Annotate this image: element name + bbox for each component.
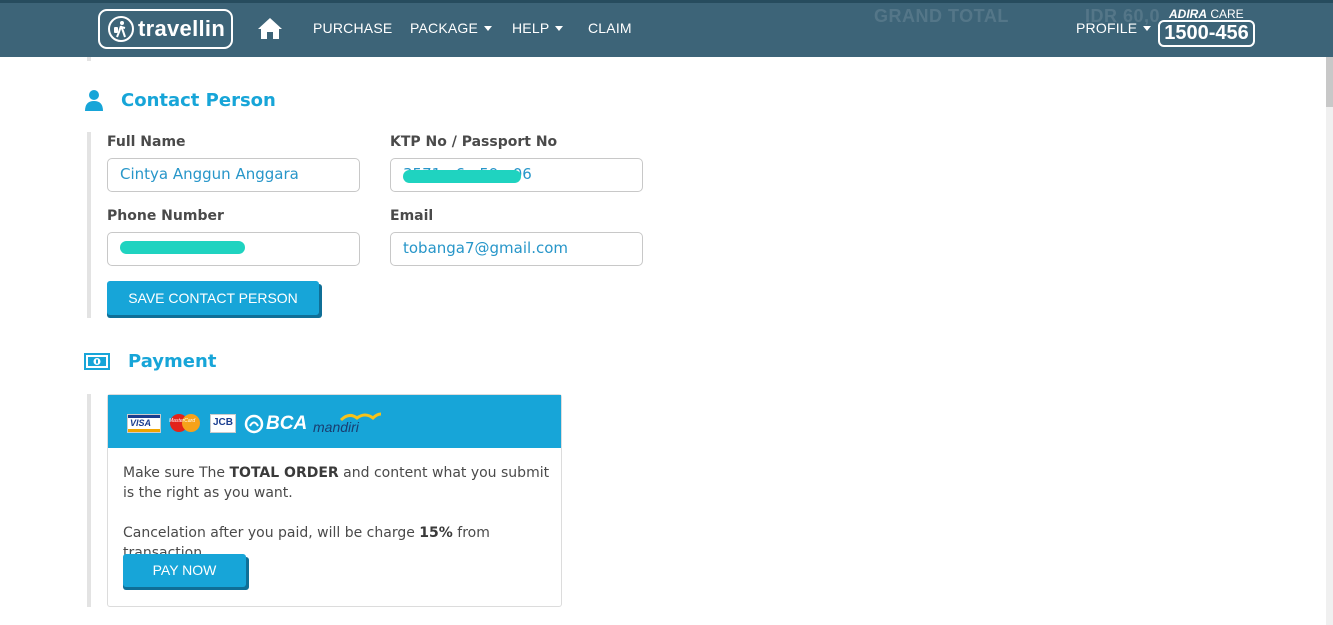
payment-panel: VISA MasterCard JCB BCA mandiri Make sur… [107, 394, 562, 607]
redaction-scribble [120, 241, 245, 254]
mandiri-logo: mandiri [313, 410, 383, 436]
visa-logo: VISA [127, 414, 161, 433]
save-contact-person-button[interactable]: SAVE CONTACT PERSON [107, 281, 319, 315]
full-name-value: Cintya Anggun Anggara [120, 165, 299, 183]
nav-help[interactable]: HELP [512, 20, 564, 36]
adira-care-hotline: ADIRA CARE 1500-456 [1158, 5, 1256, 47]
nav-help-label: HELP [512, 20, 550, 36]
travellin-logo[interactable]: travellin [98, 9, 233, 49]
nav-claim[interactable]: CLAIM [588, 20, 632, 36]
email-value: tobanga7@gmail.com [403, 239, 568, 257]
top-navbar: GRAND TOTAL IDR 60,0 travellin PURCHASE … [0, 0, 1333, 57]
email-label: Email [390, 208, 434, 224]
nav-package[interactable]: PACKAGE [410, 20, 493, 36]
money-icon [84, 353, 110, 374]
scrollbar-thumb[interactable] [1326, 57, 1333, 107]
full-name-input[interactable]: Cintya Anggun Anggara [107, 158, 360, 192]
logo-text: travellin [138, 16, 226, 41]
section-divider-top [87, 57, 91, 61]
bca-text: BCA [266, 413, 308, 434]
page-scrollbar[interactable] [1326, 57, 1333, 625]
nav-purchase[interactable]: PURCHASE [313, 20, 392, 36]
mastercard-logo: MasterCard [168, 413, 202, 433]
ktp-label: KTP No / Passport No [390, 134, 558, 150]
payment-title: Payment [128, 351, 217, 372]
adira-care-title: ADIRA CARE [1169, 7, 1244, 21]
caret-down-icon [555, 25, 564, 31]
full-name-label: Full Name [107, 134, 186, 150]
traveler-icon [108, 16, 134, 42]
adira-care-label: CARE [1210, 7, 1244, 21]
adira-brand: ADIRA [1169, 7, 1207, 21]
mandiri-text: mandiri [313, 419, 359, 435]
home-icon[interactable] [257, 16, 283, 40]
contact-person-title: Contact Person [121, 90, 276, 111]
bca-logo: BCA [244, 412, 308, 436]
visa-stripe-bottom [128, 429, 160, 432]
visa-text: VISA [130, 418, 152, 428]
payment-methods-header: VISA MasterCard JCB BCA mandiri [108, 395, 561, 448]
ktp-input[interactable]: 3571...6...59...06 [390, 158, 643, 192]
email-input[interactable]: tobanga7@gmail.com [390, 232, 643, 266]
payment-notice-total: Make sure The TOTAL ORDER and content wh… [123, 463, 551, 503]
navbar-top-strip [0, 0, 1333, 3]
jcb-logo: JCB [210, 414, 236, 433]
user-icon [85, 90, 103, 115]
nav-profile[interactable]: PROFILE [1076, 20, 1152, 36]
notice-text: Make sure The [123, 465, 230, 481]
caret-down-icon [1143, 25, 1152, 31]
pay-now-button[interactable]: PAY NOW [123, 554, 246, 587]
phone-input[interactable]: 08...5587297 [107, 232, 360, 266]
payment-section-bar [87, 394, 91, 607]
nav-claim-label: CLAIM [588, 20, 632, 36]
nav-purchase-label: PURCHASE [313, 20, 393, 36]
notice-bold: TOTAL ORDER [229, 465, 339, 481]
jcb-text: JCB [213, 417, 234, 428]
notice-bold: 15% [419, 525, 453, 541]
nav-package-label: PACKAGE [410, 20, 479, 36]
redaction-scribble [403, 170, 521, 183]
nav-profile-label: PROFILE [1076, 20, 1138, 36]
phone-label: Phone Number [107, 208, 224, 224]
adira-phone: 1500-456 [1158, 20, 1255, 47]
mastercard-text: MasterCard [169, 418, 196, 424]
contact-section-bar [87, 132, 91, 318]
caret-down-icon [484, 25, 493, 31]
notice-text: Cancelation after you paid, will be char… [123, 525, 420, 541]
ghost-grand-total: GRAND TOTAL [874, 6, 1009, 26]
